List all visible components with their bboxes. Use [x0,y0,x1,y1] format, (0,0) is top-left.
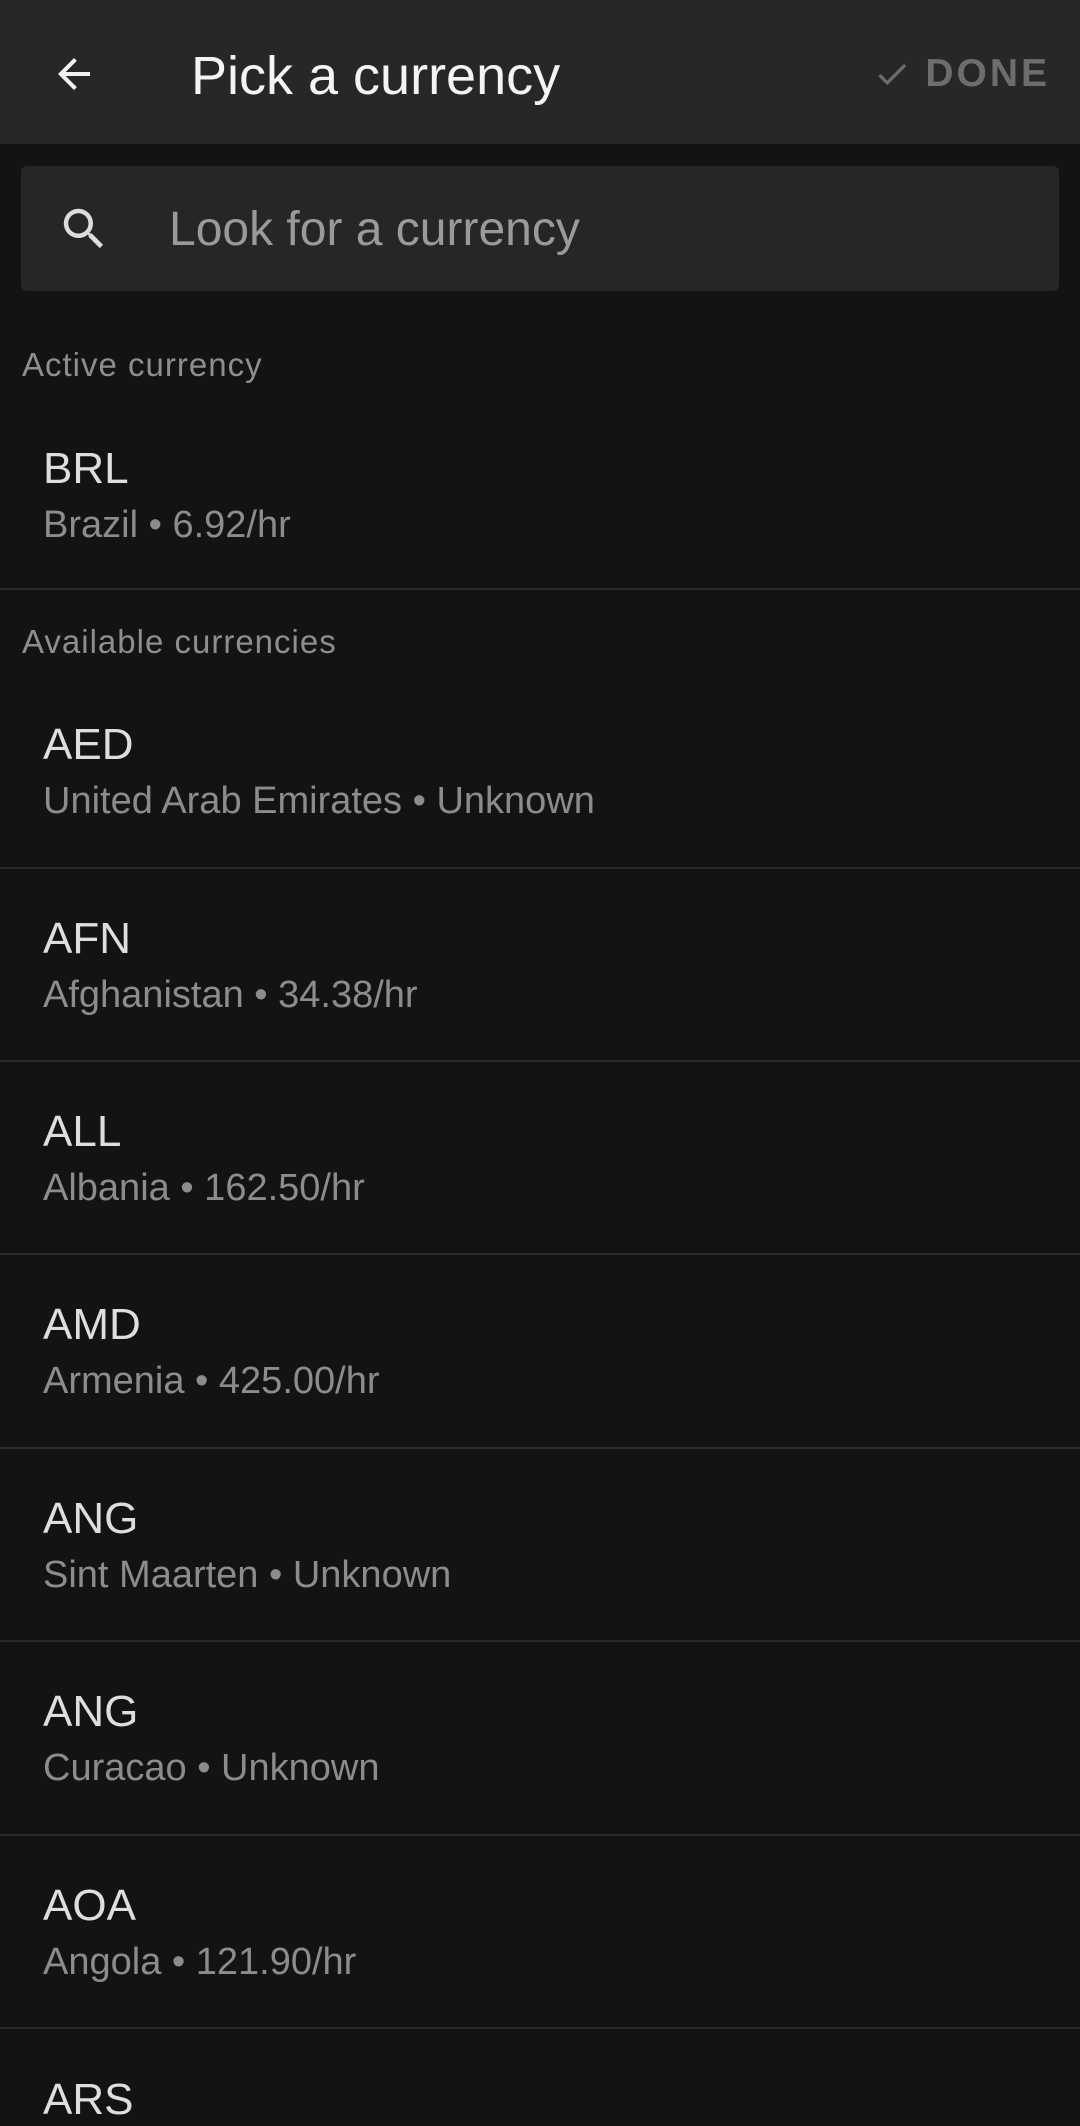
currency-code: ANG [43,1687,139,1736]
currency-detail: Sint Maarten • Unknown [43,1554,452,1596]
search-input[interactable] [169,194,1029,264]
currency-detail: United Arab Emirates • Unknown [43,780,595,822]
currency-item-afn[interactable]: AFN Afghanistan • 34.38/hr [0,869,1080,1062]
search-box[interactable] [21,166,1059,291]
currency-code: AED [43,720,134,769]
search-icon [63,208,104,249]
app-bar: Pick a currency DONE [0,0,1080,144]
done-button-label: DONE [925,52,1050,95]
currency-item-all[interactable]: ALL Albania • 162.50/hr [0,1062,1080,1255]
currency-item-amd[interactable]: AMD Armenia • 425.00/hr [0,1255,1080,1449]
currency-item-aoa[interactable]: AOA Angola • 121.90/hr [0,1836,1080,2029]
currency-code: AFN [43,914,131,963]
currency-item-ang-curacao[interactable]: ANG Curacao • Unknown [0,1642,1080,1836]
section-header-available: Available currencies [22,623,337,660]
currency-code: AOA [43,1881,136,1930]
done-button[interactable]: DONE [873,42,1050,106]
active-currency-item[interactable]: BRL Brazil • 6.92/hr [0,405,1080,590]
currency-detail: Curacao • Unknown [43,1747,380,1789]
currency-item-aed[interactable]: AED United Arab Emirates • Unknown [0,675,1080,869]
currency-detail: Brazil • 6.92/hr [43,504,291,546]
currency-code: ALL [43,1107,122,1156]
currency-detail: Angola • 121.90/hr [43,1941,357,1983]
page-title: Pick a currency [191,46,561,106]
check-icon [878,63,907,86]
currency-detail: Afghanistan • 34.38/hr [43,974,418,1016]
currency-code: AMD [43,1300,141,1349]
currency-code: ANG [43,1494,139,1543]
currency-code: ARS [43,2075,134,2124]
currency-detail: Armenia • 425.00/hr [43,1360,380,1402]
currency-detail: Albania • 162.50/hr [43,1167,365,1209]
section-header-active: Active currency [22,346,263,383]
currency-item-ars[interactable]: ARS [0,2029,1080,2124]
back-button[interactable] [30,30,118,118]
currency-code: BRL [43,444,129,493]
arrow-left-icon [58,58,90,90]
currency-item-ang-sint-maarten[interactable]: ANG Sint Maarten • Unknown [0,1449,1080,1642]
